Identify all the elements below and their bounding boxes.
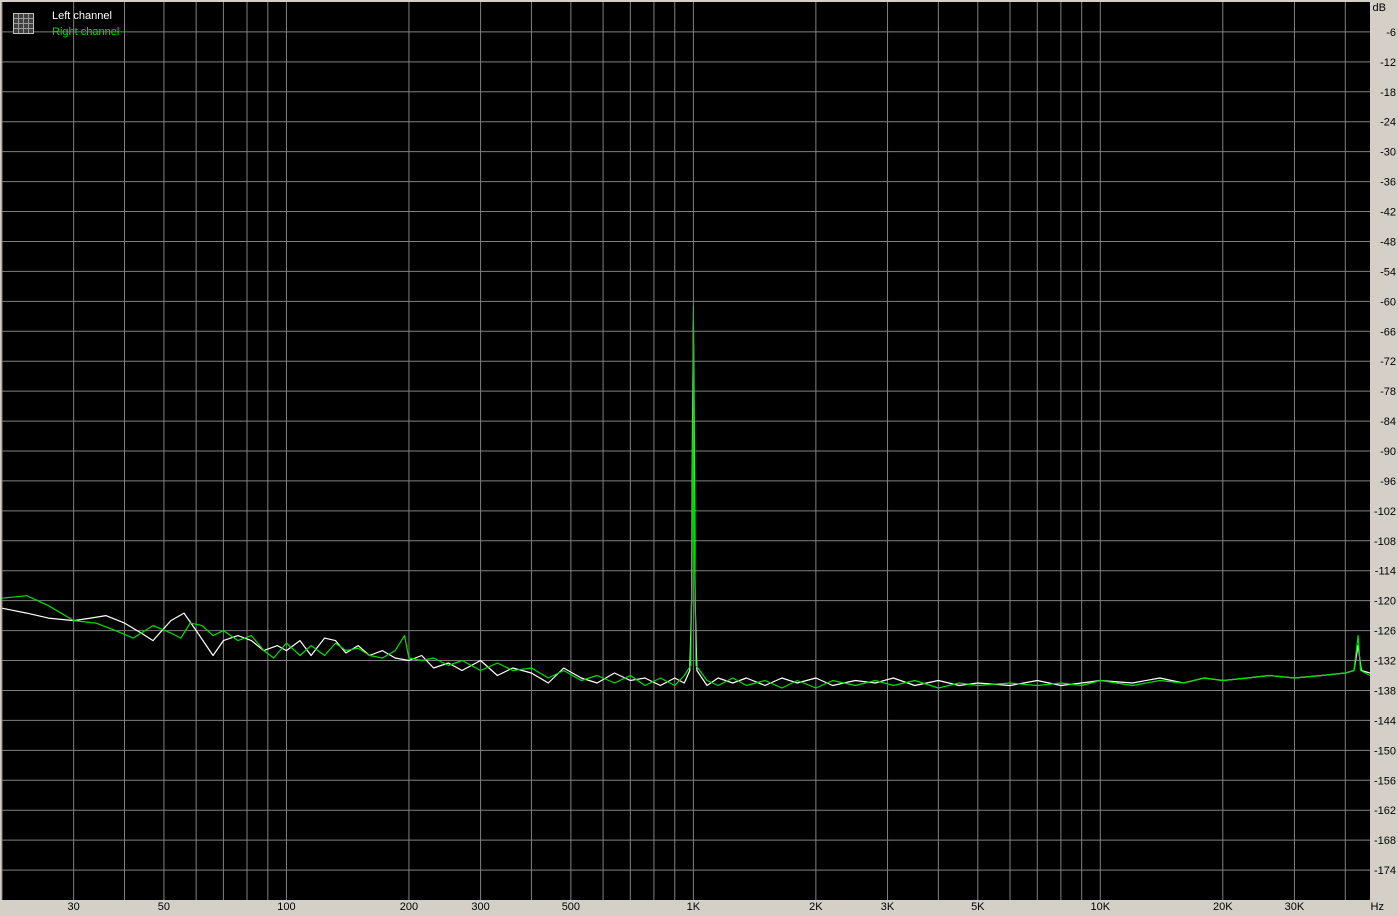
y-tick-label: -144	[1374, 715, 1396, 727]
x-tick-label: 300	[471, 901, 489, 913]
y-tick-label: -78	[1380, 386, 1396, 398]
x-tick-label: 3K	[881, 901, 895, 913]
y-tick-label: -84	[1380, 416, 1396, 428]
x-tick-label: 50	[158, 901, 170, 913]
y-tick-label: -6	[1386, 27, 1396, 39]
y-tick-label: -174	[1374, 865, 1396, 877]
legend-label-left-channel: Left channel	[52, 10, 112, 22]
y-tick-label: -12	[1380, 57, 1396, 69]
x-tick-label: 5K	[971, 901, 985, 913]
y-tick-label: -24	[1380, 117, 1396, 129]
y-tick-label: -48	[1380, 236, 1396, 248]
y-axis-unit-label: dB	[1373, 2, 1386, 14]
y-tick-label: -114	[1375, 566, 1396, 578]
y-tick-label: -30	[1380, 147, 1396, 159]
x-tick-label: 200	[400, 901, 418, 913]
y-tick-label: -108	[1374, 536, 1396, 548]
y-tick-label: -138	[1374, 685, 1396, 697]
y-tick-label: -96	[1380, 476, 1396, 488]
y-tick-label: -126	[1374, 626, 1396, 638]
x-tick-label: 30	[68, 901, 80, 913]
x-axis-unit-label: Hz	[1371, 901, 1384, 913]
y-tick-label: -36	[1380, 177, 1396, 189]
y-tick-label: -54	[1380, 266, 1396, 278]
y-tick-label: -168	[1374, 835, 1396, 847]
y-tick-label: -18	[1380, 87, 1396, 99]
spectrum-grid-icon	[13, 13, 34, 34]
y-tick-label: -102	[1374, 506, 1396, 518]
y-tick-label: -90	[1380, 446, 1396, 458]
y-tick-label: -66	[1380, 326, 1396, 338]
x-tick-label: 20K	[1213, 901, 1233, 913]
y-axis-tick-labels: -6 -12 -18 -24 -30 -36 -42 -48 -54 -60 -66 -72 -78 -8…	[1374, 27, 1396, 877]
y-tick-label: -120	[1374, 596, 1396, 608]
x-tick-label: 10K	[1091, 901, 1111, 913]
y-tick-label: -150	[1374, 745, 1396, 757]
x-tick-label: 500	[562, 901, 580, 913]
y-tick-label: -132	[1374, 656, 1396, 668]
y-tick-label: -162	[1374, 805, 1396, 817]
x-axis-tick-labels: 30 50 100 200 300 500 1K 2K 3K 5K 10K 20K 30K	[68, 901, 1305, 913]
spectrum-chart: 30 50 100 200 300 500 1K 2K 3K 5K 10K 20K 30K -6-12-…	[1, 2, 1396, 913]
x-tick-label: 30K	[1285, 901, 1305, 913]
x-tick-label: 1K	[687, 901, 701, 913]
y-tick-label: -42	[1380, 207, 1396, 219]
x-tick-label: 2K	[809, 901, 823, 913]
legend-label-right-channel: Right channel	[52, 26, 119, 38]
y-tick-label: -156	[1374, 775, 1396, 787]
x-tick-label: 100	[277, 901, 295, 913]
y-tick-label: -60	[1380, 296, 1396, 308]
y-tick-label: -72	[1380, 356, 1396, 368]
